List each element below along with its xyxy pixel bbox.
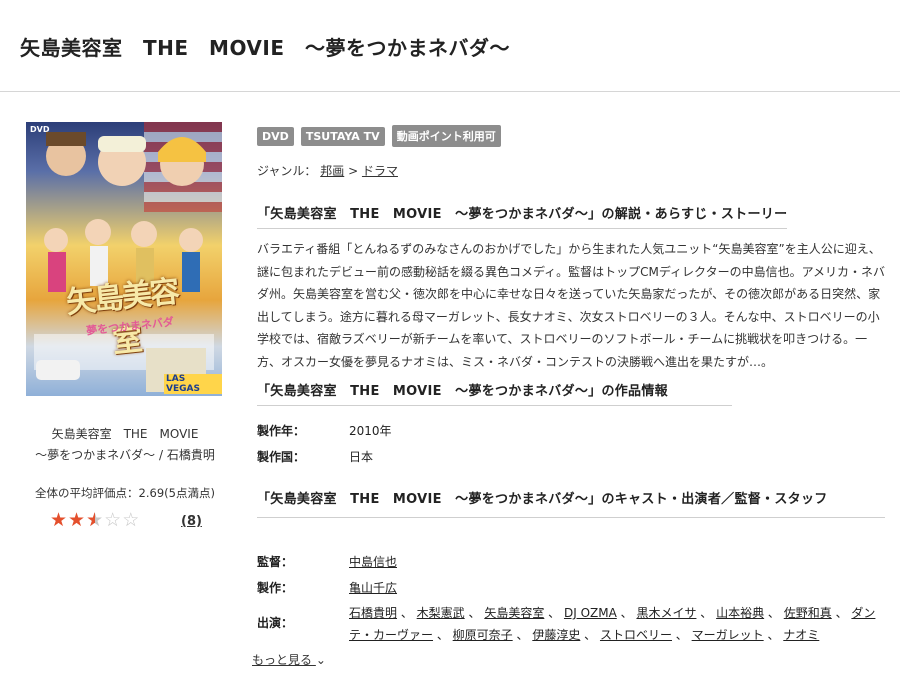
- actor-link[interactable]: 木梨憲武: [417, 606, 465, 620]
- info-heading: 「矢島美容室 THE MOVIE 〜夢をつかまネバダ〜」の作品情報: [257, 380, 732, 406]
- dvd-mark: DVD: [30, 125, 50, 134]
- review-count-link[interactable]: (8): [181, 514, 202, 529]
- star-empty-icon: ☆: [122, 509, 141, 531]
- rating-stars: ★★★☆☆: [50, 509, 140, 531]
- genre-label: ジャンル：: [257, 164, 317, 178]
- director-label: 監督：: [257, 555, 294, 569]
- synopsis-heading: 「矢島美容室 THE MOVIE 〜夢をつかまネバダ〜」の解説・あらすじ・ストー…: [257, 203, 788, 229]
- actor-link[interactable]: 伊藤淳史: [532, 628, 580, 642]
- actor-link[interactable]: ストロベリー: [600, 628, 672, 642]
- genre-breadcrumb: ジャンル： 邦画 > ドラマ: [257, 162, 398, 179]
- actors-list: 石橋貴明 、 木梨憲武 、 矢島美容室 、 DJ OZMA 、 黒木メイサ 、 …: [349, 606, 876, 642]
- dvd-jacket-image[interactable]: DVD 矢島美容室 夢をつかまネバダ LAS VEGAS: [26, 122, 222, 396]
- jacket-sign: LAS VEGAS: [164, 374, 222, 394]
- producer-link[interactable]: 亀山千広: [349, 579, 397, 596]
- star-half-icon: ★: [86, 509, 104, 531]
- genre-separator: >: [344, 164, 362, 178]
- actor-link[interactable]: DJ OZMA: [564, 606, 617, 620]
- work-title-line2: 〜夢をつかまネバダ〜 / 石橋貴明: [35, 448, 215, 462]
- star-empty-icon: ☆: [104, 509, 123, 531]
- actor-link[interactable]: 矢島美容室: [484, 606, 544, 620]
- more-label: もっと見る: [252, 653, 313, 667]
- availability-badges: DVD TSUTAYA TV 動画ポイント利用可: [257, 125, 503, 147]
- actor-link[interactable]: 柳原可奈子: [453, 628, 513, 642]
- actors-label: 出演：: [257, 616, 294, 630]
- actor-link[interactable]: 佐野和真: [784, 606, 832, 620]
- average-rating: 全体の平均評価点：2.69(5点満点): [35, 486, 215, 500]
- title-divider: [0, 91, 900, 92]
- producer-label: 製作：: [257, 581, 294, 595]
- page-title: 矢島美容室 THE MOVIE 〜夢をつかまネバダ〜: [20, 36, 510, 60]
- cast-heading: 「矢島美容室 THE MOVIE 〜夢をつかまネバダ〜」のキャスト・出演者／監督…: [257, 489, 885, 518]
- info-country-value: 日本: [349, 450, 374, 464]
- actor-link[interactable]: ナオミ: [783, 628, 819, 642]
- more-link[interactable]: もっと見る ⌄: [252, 651, 326, 668]
- chevron-down-icon: ⌄: [315, 653, 326, 667]
- badge-dvd: DVD: [257, 127, 294, 146]
- actor-link[interactable]: 黒木メイサ: [636, 606, 696, 620]
- synopsis-text: バラエティ番組「とんねるずのみなさんのおかげでした」から生まれた人気ユニット“矢…: [257, 242, 885, 369]
- actor-link[interactable]: 石橋貴明: [349, 606, 397, 620]
- star-full-icon: ★: [50, 509, 69, 531]
- info-country-label: 製作国：: [257, 450, 306, 464]
- info-year-label: 製作年：: [257, 424, 306, 438]
- info-year-value: 2010年: [349, 424, 392, 438]
- genre-link-houga[interactable]: 邦画: [320, 164, 344, 178]
- director-link[interactable]: 中島信也: [349, 553, 397, 570]
- badge-tsutaya-tv: TSUTAYA TV: [300, 127, 385, 146]
- work-title-line1: 矢島美容室 THE MOVIE: [51, 427, 199, 441]
- star-full-icon: ★: [68, 509, 87, 531]
- actor-link[interactable]: マーガレット: [692, 628, 764, 642]
- badge-point: 動画ポイント利用可: [391, 125, 501, 147]
- actor-link[interactable]: 山本裕典: [716, 606, 764, 620]
- genre-link-drama[interactable]: ドラマ: [362, 164, 398, 178]
